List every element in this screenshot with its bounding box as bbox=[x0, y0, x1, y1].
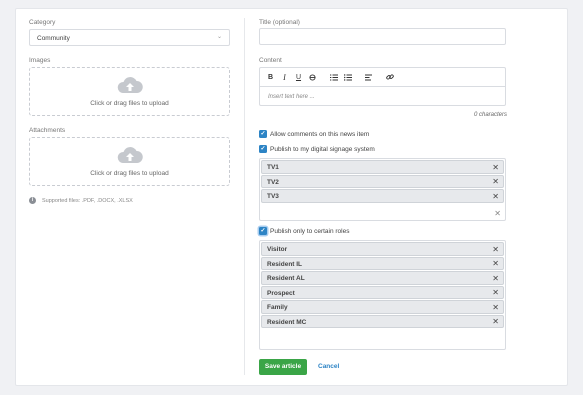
content-label: Content bbox=[259, 57, 282, 64]
tag-label: Family bbox=[267, 304, 288, 311]
save-article-button[interactable]: Save article bbox=[259, 359, 307, 375]
title-input[interactable] bbox=[259, 28, 506, 45]
allow-comments-checkbox[interactable]: ✓ Allow comments on this news item bbox=[259, 130, 369, 138]
cloud-upload-icon bbox=[117, 77, 143, 93]
tag-label: TV1 bbox=[267, 164, 279, 171]
remove-icon[interactable]: ✕ bbox=[492, 192, 499, 201]
content-editor[interactable]: B I U Insert text here ... bbox=[259, 67, 506, 106]
cloud-upload-icon bbox=[117, 147, 143, 163]
tag-prospect: Prospect ✕ bbox=[261, 285, 504, 299]
publish-signage-label: Publish to my digital signage system bbox=[270, 145, 375, 153]
italic-icon[interactable]: I bbox=[278, 71, 291, 84]
supported-files-note: i Supported files: .PDF, .DOCX, .XLSX bbox=[29, 197, 133, 204]
tag-tv2: TV2 ✕ bbox=[261, 174, 504, 188]
strikethrough-icon[interactable] bbox=[306, 71, 319, 84]
remove-icon[interactable]: ✕ bbox=[492, 274, 499, 283]
publish-roles-label: Publish only to certain roles bbox=[270, 227, 350, 235]
underline-icon[interactable]: U bbox=[292, 71, 305, 84]
category-value: Community bbox=[37, 34, 70, 42]
tag-label: Prospect bbox=[267, 289, 295, 297]
remove-icon[interactable]: ✕ bbox=[492, 163, 499, 172]
images-upload-text: Click or drag files to upload bbox=[90, 100, 169, 107]
tag-label: Resident MC bbox=[267, 318, 307, 326]
tag-resident-il: Resident IL ✕ bbox=[261, 256, 504, 270]
content-placeholder: Insert text here ... bbox=[268, 93, 315, 100]
tag-label: Visitor bbox=[267, 246, 288, 253]
category-select[interactable]: Community ⌄ bbox=[29, 29, 230, 46]
chevron-down-icon: ⌄ bbox=[216, 34, 222, 40]
signage-multiselect[interactable]: TV1 ✕ TV2 ✕ TV3 ✕ ✕ bbox=[259, 158, 506, 221]
publish-roles-checkbox[interactable]: ✓ Publish only to certain roles bbox=[259, 227, 350, 235]
tag-resident-mc: Resident MC ✕ bbox=[261, 314, 504, 328]
publish-signage-checkbox[interactable]: ✓ Publish to my digital signage system bbox=[259, 145, 375, 153]
remove-icon[interactable]: ✕ bbox=[492, 259, 499, 268]
check-icon[interactable]: ✓ bbox=[259, 227, 267, 235]
character-count: 0 characters bbox=[473, 112, 507, 118]
tag-label: Resident AL bbox=[267, 275, 305, 282]
remove-icon[interactable]: ✕ bbox=[492, 245, 499, 254]
supported-files-text: Supported files: .PDF, .DOCX, .XLSX bbox=[42, 197, 133, 204]
clear-all-icon[interactable]: ✕ bbox=[494, 209, 501, 218]
tag-tv1: TV1 ✕ bbox=[261, 160, 504, 174]
tag-label: TV3 bbox=[267, 193, 279, 200]
tag-tv3: TV3 ✕ bbox=[261, 189, 504, 203]
bold-icon[interactable]: B bbox=[264, 71, 277, 84]
tag-family: Family ✕ bbox=[261, 300, 504, 314]
attachments-upload-text: Click or drag files to upload bbox=[90, 170, 169, 177]
attachments-dropzone[interactable]: Click or drag files to upload bbox=[29, 137, 230, 186]
remove-icon[interactable]: ✕ bbox=[492, 288, 499, 297]
remove-icon[interactable]: ✕ bbox=[492, 303, 499, 312]
tag-visitor: Visitor ✕ bbox=[261, 242, 504, 256]
cancel-button[interactable]: Cancel bbox=[318, 363, 339, 370]
link-icon[interactable] bbox=[383, 71, 396, 84]
attachments-label: Attachments bbox=[29, 127, 66, 134]
remove-icon[interactable]: ✕ bbox=[492, 317, 499, 326]
tag-label: TV2 bbox=[267, 178, 279, 186]
ordered-list-icon[interactable] bbox=[327, 71, 340, 84]
check-icon[interactable]: ✓ bbox=[259, 130, 267, 138]
check-icon[interactable]: ✓ bbox=[259, 145, 267, 153]
roles-multiselect[interactable]: Visitor ✕ Resident IL ✕ Resident AL ✕ Prosp… bbox=[259, 240, 506, 350]
images-dropzone[interactable]: Click or drag files to upload bbox=[29, 67, 230, 116]
tag-resident-al: Resident AL ✕ bbox=[261, 271, 504, 285]
category-label: Category bbox=[29, 19, 56, 26]
info-icon: i bbox=[29, 197, 36, 204]
bullet-list-icon[interactable] bbox=[341, 71, 354, 84]
remove-icon[interactable]: ✕ bbox=[492, 177, 499, 186]
align-left-icon[interactable] bbox=[362, 71, 375, 84]
allow-comments-label: Allow comments on this news item bbox=[270, 130, 370, 138]
column-divider bbox=[244, 18, 245, 375]
title-label: Title (optional) bbox=[259, 19, 300, 26]
tag-label: Resident IL bbox=[267, 260, 303, 268]
images-label: Images bbox=[29, 57, 51, 64]
editor-toolbar: B I U bbox=[260, 68, 505, 87]
